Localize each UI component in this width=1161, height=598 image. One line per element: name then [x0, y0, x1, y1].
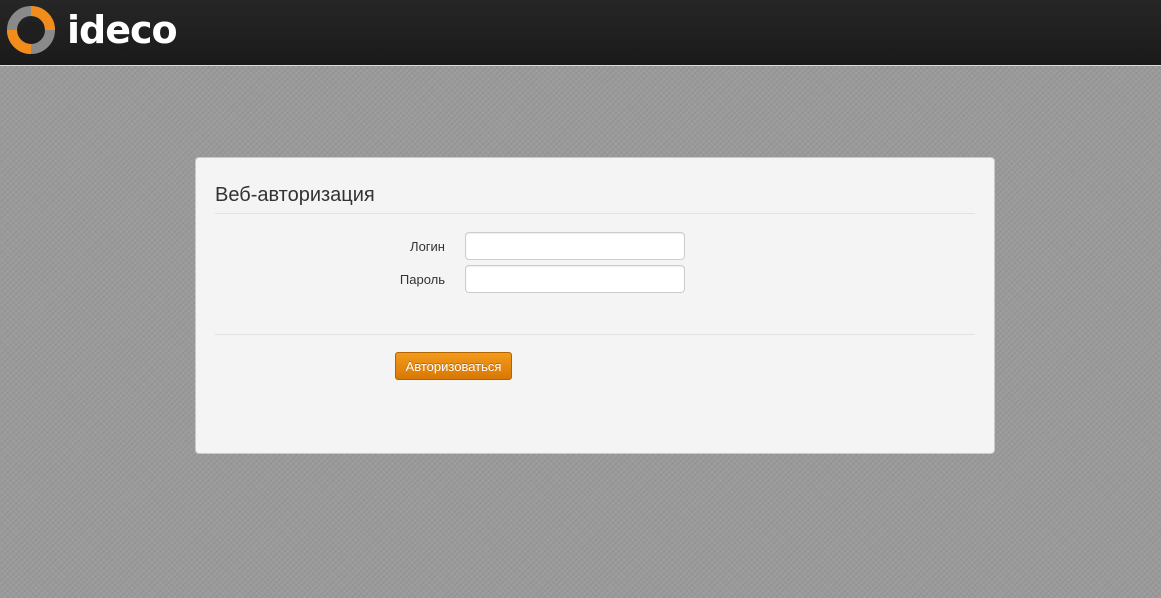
- password-input[interactable]: [465, 265, 685, 293]
- web-auth-panel: Веб-авторизация Логин Пароль Авторизоват…: [195, 157, 995, 454]
- login-label: Логин: [410, 239, 445, 254]
- brand-wordmark: ideco: [67, 8, 178, 52]
- brand-logo[interactable]: ideco: [5, 4, 178, 56]
- title-divider: [215, 213, 975, 214]
- form-actions-divider: [215, 334, 975, 335]
- login-input[interactable]: [465, 232, 685, 260]
- ideco-ring-logo-icon: [7, 6, 55, 54]
- page-title: Веб-авторизация: [215, 184, 375, 206]
- authorize-button[interactable]: Авторизоваться: [395, 352, 512, 380]
- password-label: Пароль: [399, 272, 445, 287]
- top-header-bar: ideco: [0, 0, 1161, 66]
